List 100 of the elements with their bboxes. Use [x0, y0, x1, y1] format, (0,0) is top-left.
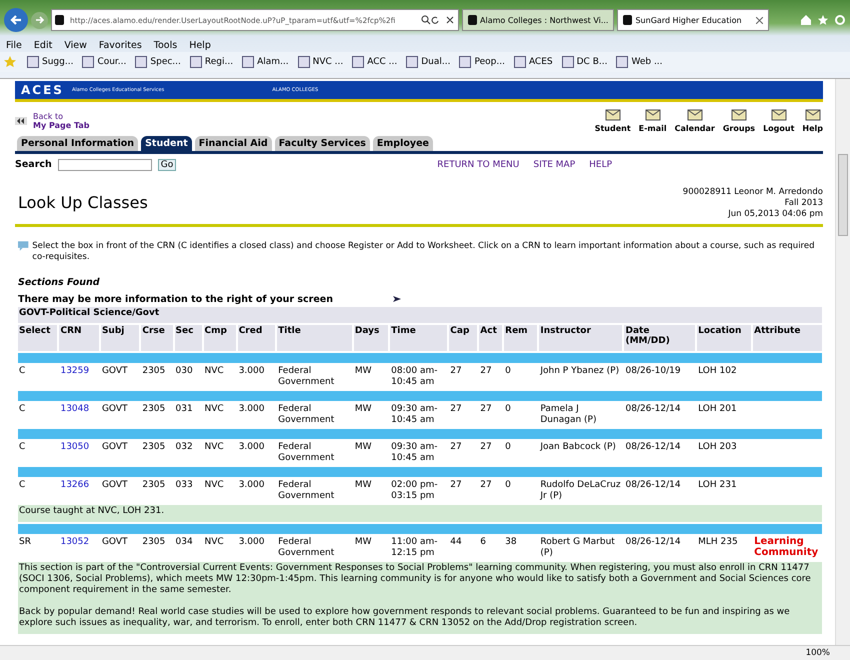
- more-info-text: There may be more information to the right of your screen: [18, 294, 333, 305]
- table-cell: Federal Government: [278, 536, 334, 558]
- go-button[interactable]: Go: [158, 158, 176, 171]
- toolbar-button[interactable]: Groups: [722, 108, 756, 134]
- nav-tab[interactable]: Financial Aid: [194, 136, 272, 151]
- toolbar-button[interactable]: Student: [594, 108, 631, 134]
- table-cell: 2305: [142, 536, 166, 547]
- favorite-link[interactable]: ACC ...: [352, 56, 398, 68]
- table-cell: 27: [480, 480, 492, 490]
- toolbar-button[interactable]: Logout: [763, 108, 794, 134]
- table-cell: NVC: [204, 366, 224, 376]
- table-cell: 09:30 am-10:45 am: [391, 404, 438, 425]
- column-header: Sec: [174, 324, 202, 351]
- course-note: This section is part of the "Controversial Current Events: Government Responses to Social Problems" learning community. When registering, you must also enroll in CRN 11477 (SOCI 1306, Social Problems), which meets MW 12:30pm-1:45pm. This learning community is for anyone who would like to satisfy both a Government and Social Sciences core component requirement in the same semester.: [19, 562, 812, 596]
- table-cell: NVC: [204, 404, 224, 414]
- menu-item[interactable]: Favorites: [98, 40, 142, 50]
- table-cell: 030: [176, 366, 193, 376]
- nav-tab[interactable]: Employee: [372, 136, 433, 151]
- info-icon: [18, 240, 30, 251]
- crn-link[interactable]: 13048: [60, 404, 90, 414]
- table-cell: 08/26-12/14: [625, 480, 681, 490]
- close-icon[interactable]: [756, 16, 764, 24]
- menu-item[interactable]: View: [64, 40, 87, 50]
- column-header: Cred: [238, 324, 276, 351]
- search-field[interactable]: [58, 158, 152, 171]
- table-cell: Federal Government: [278, 480, 334, 501]
- back-arrows-icon: [15, 116, 27, 125]
- user-info-text: Fall 2013: [784, 198, 823, 209]
- envelope-icon: [686, 108, 703, 122]
- favorite-link[interactable]: Regi...: [190, 56, 234, 68]
- table-cell: 2305: [142, 404, 166, 414]
- column-header: Instructor: [539, 324, 622, 351]
- favorite-link[interactable]: Dual...: [406, 56, 450, 68]
- toolbar-button[interactable]: Help: [802, 108, 823, 134]
- site-logo: ACES: [21, 82, 64, 97]
- favorite-link[interactable]: ACES: [514, 56, 553, 68]
- browser-tab[interactable]: SunGard Higher Education: [617, 9, 770, 31]
- table-cell: 02:00 pm-03:15 pm: [391, 480, 438, 501]
- table-cell: 032: [176, 442, 193, 452]
- search-refresh-close-icon[interactable]: [421, 15, 455, 25]
- crn-link[interactable]: 13050: [60, 442, 90, 452]
- table-cell: GOVT: [102, 442, 128, 452]
- table-cell: 3.000: [238, 404, 264, 414]
- favorite-link[interactable]: Cour...: [82, 56, 126, 68]
- table-cell: GOVT: [102, 366, 128, 376]
- table-cell: 2305: [142, 366, 166, 376]
- nav-tab[interactable]: Student: [141, 136, 192, 151]
- table-cell: 2305: [142, 442, 166, 452]
- back-link[interactable]: Back to My Page Tab: [33, 112, 90, 130]
- menu-item[interactable]: File: [6, 40, 22, 50]
- crn-link[interactable]: 13266: [60, 480, 90, 490]
- browser-tab[interactable]: Alamo Colleges : Northwest Vi...: [462, 9, 614, 31]
- table-cell: Robert G Marbut (P): [540, 536, 615, 558]
- table-cell: Joan Babcock (P): [540, 442, 616, 452]
- page-title: Look Up Classes: [18, 192, 148, 214]
- crn-link[interactable]: 13259: [60, 366, 90, 376]
- nav-tab[interactable]: Personal Information: [17, 136, 138, 151]
- arrow-icon: [392, 296, 401, 302]
- crn-link[interactable]: 13052: [60, 536, 90, 547]
- table-cell: 0: [505, 442, 511, 452]
- star-icon[interactable]: [4, 56, 18, 68]
- menu-item[interactable]: Tools: [154, 40, 178, 50]
- nav-link[interactable]: RETURN TO MENU: [437, 160, 520, 170]
- table-cell: 08:00 am-10:45 am: [391, 366, 438, 387]
- table-cell: MW: [354, 536, 372, 547]
- envelope-icon: [770, 108, 787, 122]
- favorite-link[interactable]: DC B...: [562, 56, 608, 68]
- table-cell: LOH 102: [698, 366, 737, 376]
- table-cell: GOVT: [102, 404, 128, 414]
- favorite-link[interactable]: Spec...: [135, 56, 181, 68]
- user-info-text: Jun 05,2013 04:06 pm: [728, 208, 823, 220]
- back-button[interactable]: [4, 8, 28, 32]
- favorite-link[interactable]: Peop...: [459, 56, 505, 68]
- table-cell: MW: [354, 480, 372, 490]
- subject-heading: GOVT-Political Science/Govt: [18, 306, 822, 323]
- table-cell: Federal Government: [278, 442, 334, 463]
- column-header: Crse: [141, 324, 173, 351]
- envelope-icon: [604, 108, 621, 122]
- envelope-icon: [804, 108, 821, 122]
- favorite-link[interactable]: Sugg...: [27, 56, 74, 68]
- table-cell: LOH 231: [698, 480, 737, 490]
- toolbar-button[interactable]: Calendar: [674, 108, 715, 134]
- table-cell: MW: [354, 404, 372, 414]
- nav-tab[interactable]: Faculty Services: [274, 136, 370, 151]
- favorite-link[interactable]: Alam...: [242, 56, 289, 68]
- table-cell: 09:30 am-10:45 am: [391, 442, 438, 463]
- zoom-level[interactable]: 100%: [806, 648, 830, 658]
- menu-item[interactable]: Edit: [34, 40, 52, 50]
- nav-link[interactable]: HELP: [589, 160, 612, 170]
- toolbar-button[interactable]: E-mail: [638, 108, 667, 134]
- table-cell: SR: [19, 536, 31, 547]
- favorite-link[interactable]: NVC ...: [298, 56, 344, 68]
- favorite-link[interactable]: Web ...: [616, 56, 663, 68]
- forward-button[interactable]: [31, 12, 48, 28]
- scrollbar[interactable]: [835, 78, 850, 646]
- table-cell: 11:00 am-12:15 pm: [391, 536, 438, 558]
- table-cell: C: [19, 480, 26, 490]
- menu-item[interactable]: Help: [189, 40, 211, 50]
- nav-link[interactable]: SITE MAP: [533, 160, 576, 170]
- table-cell: 27: [480, 366, 492, 376]
